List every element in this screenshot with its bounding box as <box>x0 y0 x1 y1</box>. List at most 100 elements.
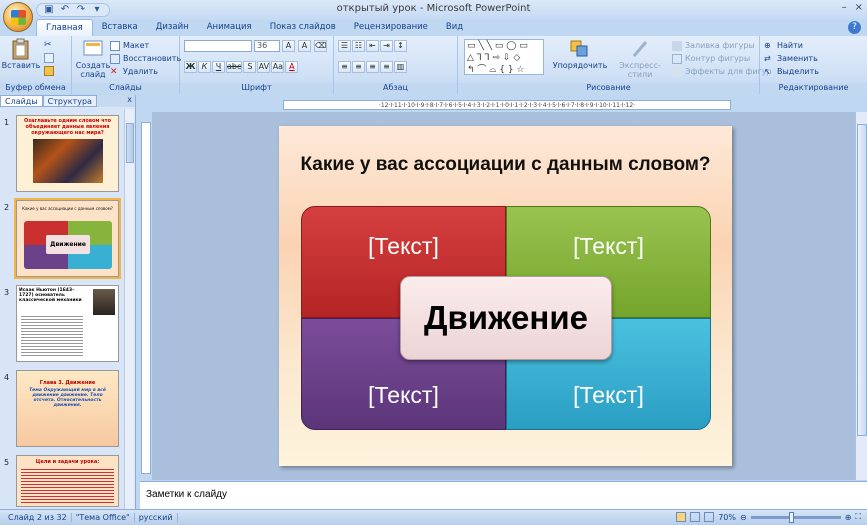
slide-thumbnail-2[interactable]: Какие у вас ассоциации с данным словом? … <box>14 198 121 279</box>
align-right-icon[interactable]: ≡ <box>366 61 379 73</box>
increase-indent-icon[interactable]: ⇥ <box>380 40 393 52</box>
slides-group-label: Слайды <box>72 83 179 94</box>
binoculars-icon: ⊕ <box>764 40 771 50</box>
align-left-icon[interactable]: ≡ <box>338 61 351 73</box>
slide[interactable]: Какие у вас ассоциации с данным словом? … <box>279 126 732 466</box>
language[interactable]: русский <box>135 513 178 522</box>
tab-insert[interactable]: Вставка <box>93 19 147 36</box>
justify-icon[interactable]: ≡ <box>380 61 393 73</box>
editing-group-label: Редактирование <box>760 83 867 94</box>
clear-format-icon[interactable]: ⌫ <box>314 40 328 52</box>
strikethrough-button[interactable]: abc <box>226 61 243 73</box>
sorter-view-icon[interactable] <box>690 512 701 522</box>
shape-fill-button[interactable]: Заливка фигуры <box>672 39 772 52</box>
bullets-icon[interactable]: ☰ <box>338 40 351 52</box>
layout-label: Макет <box>123 41 150 50</box>
notes-pane[interactable]: Заметки к слайду <box>140 481 867 509</box>
shapes-gallery-icon[interactable]: ▭ ╲ ╲ ▭ ◯ ▭ △ ⅂ ⅂ ⇨ ⇩ ◇ ↰ ⌒ ⌓ { } ☆ <box>464 39 544 75</box>
arrange-label: Упорядочить <box>552 61 608 70</box>
group-font: 36 A A ⌫ Ж К Ч abc S AV Aa A Шрифт <box>180 36 334 94</box>
reset-icon <box>110 53 120 64</box>
zoom-slider[interactable] <box>750 511 841 523</box>
help-icon[interactable]: ? <box>848 21 861 34</box>
vertical-scrollbar[interactable] <box>855 112 867 480</box>
diagram-center-label[interactable]: Движение <box>400 276 612 360</box>
italic-button[interactable]: К <box>198 61 211 73</box>
office-button[interactable] <box>3 2 33 32</box>
tab-home[interactable]: Главная <box>36 19 93 36</box>
slide-thumbnail-4[interactable]: Глава 3. Движение Тема Окружающий мир в … <box>16 370 119 447</box>
thumb-1-collage <box>32 139 103 183</box>
arrange-button[interactable]: Упорядочить <box>550 38 610 70</box>
shape-outline-button[interactable]: Контур фигуры <box>672 52 772 65</box>
normal-view-icon[interactable] <box>676 512 687 522</box>
columns-icon[interactable]: ▥ <box>394 61 407 73</box>
font-name-input[interactable] <box>184 40 252 52</box>
zoom-level[interactable]: 70% <box>718 513 736 522</box>
zoom-in-icon[interactable]: ⊕ <box>845 513 852 522</box>
cut-icon[interactable]: ✂ <box>44 40 54 50</box>
decrease-indent-icon[interactable]: ⇤ <box>366 40 379 52</box>
zoom-controls: 70% ⊖ ⊕ ⛶ <box>676 511 861 523</box>
slide-counter: Слайд 2 из 32 <box>4 513 72 522</box>
zoom-out-icon[interactable]: ⊖ <box>740 513 747 522</box>
office-logo-icon <box>11 10 26 25</box>
minimize-button[interactable]: – <box>842 2 847 13</box>
quick-styles-button[interactable]: Экспресс-стили <box>610 38 670 79</box>
tab-animation[interactable]: Анимация <box>198 19 261 36</box>
slide-thumbnail-1[interactable]: Озаглавьте одним словом что объединяет д… <box>16 115 119 192</box>
zoom-knob[interactable] <box>788 511 794 523</box>
title-bar: ▣ ↶ ↷ ▾ открытый урок - Microsoft PowerP… <box>0 0 867 20</box>
shadow-button[interactable]: S <box>243 61 257 73</box>
replace-button[interactable]: ⇄ Заменить <box>764 52 819 65</box>
tab-design[interactable]: Дизайн <box>147 19 198 36</box>
tab-view[interactable]: Вид <box>437 19 472 36</box>
window-title: открытый урок - Microsoft PowerPoint <box>336 3 531 14</box>
fit-icon[interactable]: ⛶ <box>855 512 861 522</box>
bold-button[interactable]: Ж <box>184 61 197 73</box>
numbering-icon[interactable]: ☷ <box>352 40 365 52</box>
copy-icon[interactable] <box>44 53 54 63</box>
line-spacing-icon[interactable]: ↕ <box>394 40 407 52</box>
slide-thumbnail-5[interactable]: Цели и задачи урока: <box>16 455 119 507</box>
scroll-thumb[interactable] <box>857 124 867 436</box>
select-button[interactable]: ↖ Выделить <box>764 65 819 78</box>
slide-thumbnail-3[interactable]: Исаак Ньютон (1643–1727) основатель клас… <box>16 285 119 362</box>
font-size-input[interactable]: 36 <box>254 40 280 52</box>
close-button[interactable]: × <box>855 2 863 13</box>
tab-review[interactable]: Рецензирование <box>345 19 437 36</box>
slides-panel: Слайды Структура x 1 Озаглавьте одним сл… <box>0 95 136 510</box>
slide-number: 3 <box>4 288 10 297</box>
change-case-button[interactable]: Aa <box>271 61 285 73</box>
group-drawing: ▭ ╲ ╲ ▭ ◯ ▭ △ ⅂ ⅂ ⇨ ⇩ ◇ ↰ ⌒ ⌓ { } ☆ Упоряд… <box>458 36 772 94</box>
reset-button[interactable]: Восстановить <box>110 52 181 65</box>
shrink-font-button[interactable]: A <box>298 40 311 52</box>
spacing-button[interactable]: AV <box>257 61 271 73</box>
panel-scrollbar[interactable] <box>124 109 134 509</box>
tab-outline[interactable]: Структура <box>42 95 97 107</box>
paste-button[interactable]: Вставить <box>2 38 40 70</box>
panel-scroll-thumb[interactable] <box>126 123 134 163</box>
delete-slide-button[interactable]: ✕ Удалить <box>110 65 181 78</box>
format-painter-icon[interactable] <box>44 66 54 76</box>
tab-slideshow[interactable]: Показ слайдов <box>261 19 345 36</box>
thumb-4-sub: Тема Окружающий мир в всё движение движе… <box>29 388 106 408</box>
grow-font-button[interactable]: A <box>282 40 295 52</box>
thumb-2-diagram: Движение <box>24 221 112 269</box>
thumb-3-body <box>21 314 83 358</box>
panel-close-icon[interactable]: x <box>127 95 132 107</box>
find-button[interactable]: ⊕ Найти <box>764 39 819 52</box>
quick-styles-icon <box>632 41 648 57</box>
slide-number: 4 <box>4 373 10 382</box>
slideshow-view-icon[interactable] <box>704 512 715 522</box>
layout-button[interactable]: Макет <box>110 39 181 52</box>
slide-title[interactable]: Какие у вас ассоциации с данным словом? <box>279 154 732 176</box>
shape-effects-button[interactable]: Эффекты для фигур <box>672 65 772 78</box>
underline-button[interactable]: Ч <box>212 61 225 73</box>
tab-slides[interactable]: Слайды <box>0 95 43 107</box>
thumb-4-title: Глава 3. Движение <box>39 380 96 386</box>
align-center-icon[interactable]: ≡ <box>352 61 365 73</box>
new-slide-button[interactable]: Создать слайд <box>76 38 110 79</box>
font-color-button[interactable]: A <box>285 61 299 73</box>
thumb-5-title: Цели и задачи урока: <box>35 459 100 465</box>
